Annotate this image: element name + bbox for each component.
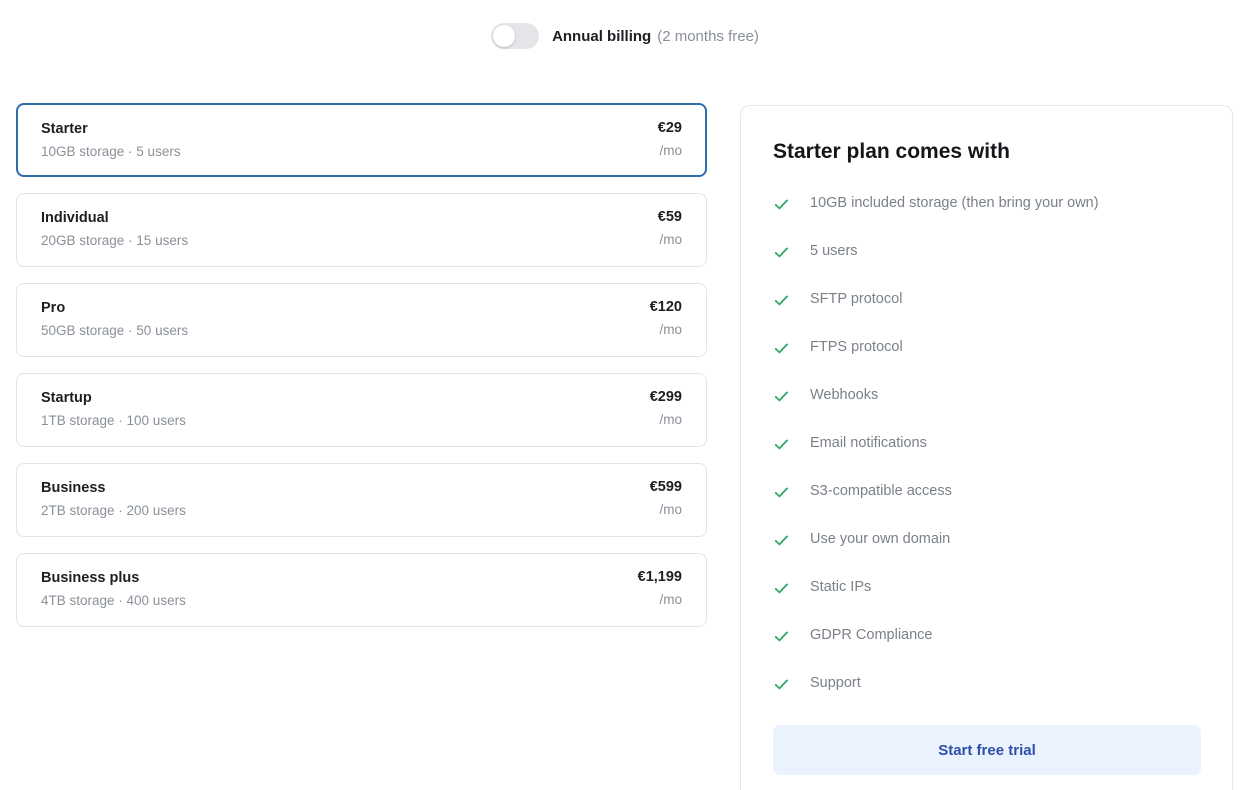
- plan-meta: 4TB storage · 400 users: [41, 593, 186, 609]
- plan-name: Business plus: [41, 570, 186, 587]
- plan-name: Business: [41, 480, 186, 497]
- check-icon: [773, 628, 790, 645]
- check-icon: [773, 580, 790, 597]
- plan-price: €59: [658, 209, 682, 226]
- plan-info: Business 2TB storage · 200 users: [41, 480, 186, 520]
- plan-info: Starter 10GB storage · 5 users: [41, 121, 181, 161]
- plan-price: €299: [650, 389, 682, 406]
- start-free-trial-button[interactable]: Start free trial: [773, 725, 1201, 775]
- plan-price-wrap: €29/mo: [658, 120, 682, 160]
- check-icon: [773, 388, 790, 405]
- plan-name: Pro: [41, 300, 188, 317]
- check-icon: [773, 340, 790, 357]
- plan-list: Starter10GB storage · 5 users€29/moIndiv…: [16, 103, 707, 643]
- check-icon: [773, 244, 790, 261]
- plan-period: /mo: [658, 143, 682, 159]
- feature-row: SFTP protocol: [773, 286, 1203, 314]
- feature-row: GDPR Compliance: [773, 622, 1203, 650]
- plan-period: /mo: [638, 592, 682, 608]
- plan-period: /mo: [650, 322, 682, 338]
- plan-price: €120: [650, 299, 682, 316]
- plan-price-wrap: €599/mo: [650, 479, 682, 519]
- plan-meta: 20GB storage · 15 users: [41, 233, 188, 249]
- feature-label: Support: [810, 675, 861, 692]
- feature-label: SFTP protocol: [810, 291, 902, 308]
- annual-billing-label: Annual billing: [552, 29, 651, 44]
- plan-info: Business plus 4TB storage · 400 users: [41, 570, 186, 610]
- plan-name: Individual: [41, 210, 188, 227]
- plan-price-wrap: €59/mo: [658, 209, 682, 249]
- check-icon: [773, 196, 790, 213]
- plan-name: Startup: [41, 390, 186, 407]
- check-icon: [773, 484, 790, 501]
- plan-period: /mo: [650, 412, 682, 428]
- plan-price: €599: [650, 479, 682, 496]
- feature-row: Use your own domain: [773, 526, 1203, 554]
- feature-row: Email notifications: [773, 430, 1203, 458]
- feature-label: 5 users: [810, 243, 858, 260]
- check-icon: [773, 292, 790, 309]
- annual-billing-note: (2 months free): [657, 29, 759, 44]
- feature-label: GDPR Compliance: [810, 627, 933, 644]
- plan-price-wrap: €1,199/mo: [638, 569, 682, 609]
- toggle-knob: [493, 25, 515, 47]
- plan-price: €1,199: [638, 569, 682, 586]
- pricing-page: Annual billing (2 months free) Starter 10…: [0, 0, 1250, 790]
- plan-info: Startup 1TB storage · 100 users: [41, 390, 186, 430]
- feature-row: 5 users: [773, 238, 1203, 266]
- feature-row: Webhooks: [773, 382, 1203, 410]
- feature-row: S3-compatible access: [773, 478, 1203, 506]
- plan-price-wrap: €299/mo: [650, 389, 682, 429]
- feature-row: Support: [773, 670, 1203, 698]
- feature-row: FTPS protocol: [773, 334, 1203, 362]
- plan-price-wrap: €120/mo: [650, 299, 682, 339]
- feature-label: Webhooks: [810, 387, 878, 404]
- feature-list: 10GB included storage (then bring your o…: [773, 190, 1203, 718]
- plan-name: Starter: [41, 121, 181, 138]
- plan-period: /mo: [650, 502, 682, 518]
- feature-label: Use your own domain: [810, 531, 950, 548]
- plan-info: Pro 50GB storage · 50 users: [41, 300, 188, 340]
- feature-row: Static IPs: [773, 574, 1203, 602]
- plan-card[interactable]: Pro 50GB storage · 50 users €120/mo: [16, 283, 707, 357]
- plan-price: €29: [658, 120, 682, 137]
- check-icon: [773, 676, 790, 693]
- plan-period: /mo: [658, 232, 682, 248]
- feature-label: 10GB included storage (then bring your o…: [810, 195, 1099, 212]
- feature-label: FTPS protocol: [810, 339, 903, 356]
- feature-label: Static IPs: [810, 579, 871, 596]
- plan-card[interactable]: Starter 10GB storage · 5 users €29/mo: [16, 103, 707, 177]
- check-icon: [773, 532, 790, 549]
- plan-card[interactable]: Startup 1TB storage · 100 users €299/mo: [16, 373, 707, 447]
- plan-meta: 2TB storage · 200 users: [41, 503, 186, 519]
- plan-detail-panel: Starter plan comes with 10GB included st…: [740, 105, 1233, 790]
- plan-meta: 10GB storage · 5 users: [41, 144, 181, 160]
- plan-info: Individual 20GB storage · 15 users: [41, 210, 188, 250]
- feature-label: S3-compatible access: [810, 483, 952, 500]
- feature-label: Email notifications: [810, 435, 927, 452]
- plan-meta: 1TB storage · 100 users: [41, 413, 186, 429]
- feature-row: 10GB included storage (then bring your o…: [773, 190, 1203, 218]
- plan-card[interactable]: Business 2TB storage · 200 users €599/mo: [16, 463, 707, 537]
- check-icon: [773, 436, 790, 453]
- billing-toggle-row: Annual billing (2 months free): [0, 0, 1250, 72]
- plan-card[interactable]: Individual 20GB storage · 15 users €59/mo: [16, 193, 707, 267]
- plan-card[interactable]: Business plus 4TB storage · 400 users €1,1…: [16, 553, 707, 627]
- annual-billing-toggle[interactable]: [491, 23, 539, 49]
- plan-meta: 50GB storage · 50 users: [41, 323, 188, 339]
- detail-panel-title: Starter plan comes with: [773, 139, 1010, 164]
